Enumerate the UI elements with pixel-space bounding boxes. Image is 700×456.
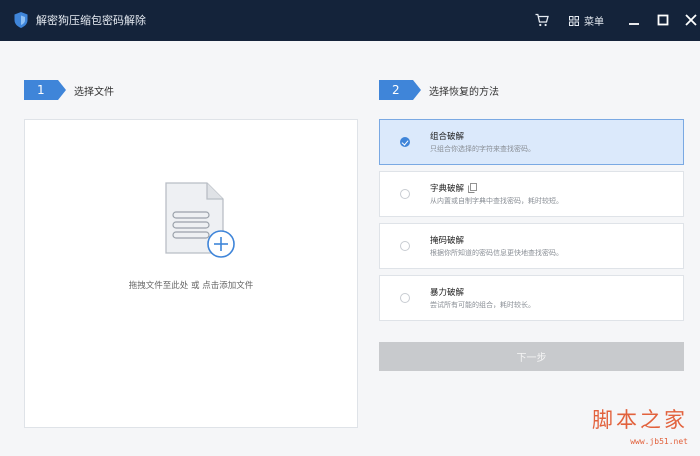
menu-label: 菜单 bbox=[584, 17, 604, 28]
step-2-label: 选择恢复的方法 bbox=[429, 86, 499, 98]
dictionary-file-icon[interactable] bbox=[468, 183, 477, 193]
method-name-row: 字典破解 bbox=[430, 182, 477, 194]
method-option-dictionary[interactable]: 字典破解 从内置或自制字典中查找密码，耗时较短。 bbox=[379, 171, 684, 217]
step-1-header: 1 选择文件 bbox=[24, 80, 114, 100]
method-description: 尝试所有可能的组合，耗时较长。 bbox=[430, 301, 535, 309]
menu-button[interactable]: 菜单 bbox=[569, 0, 604, 41]
method-option-combination[interactable]: 组合破解 只组合你选择的字符来查找密码。 bbox=[379, 119, 684, 165]
cart-icon[interactable] bbox=[535, 13, 549, 27]
method-option-mask[interactable]: 掩码破解 根据你所知道的密码信息更快地查找密码。 bbox=[379, 223, 684, 269]
method-name: 暴力破解 bbox=[430, 288, 465, 298]
method-name: 掩码破解 bbox=[430, 236, 465, 246]
method-option-brute-force[interactable]: 暴力破解 尝试所有可能的组合，耗时较长。 bbox=[379, 275, 684, 321]
file-drop-zone[interactable]: 拖拽文件至此处 或 点击添加文件 bbox=[24, 119, 358, 428]
grid-icon bbox=[569, 15, 579, 26]
watermark: 脚本之家 www.jb51.net bbox=[560, 404, 692, 452]
title-bar: 解密狗压缩包密码解除 菜单 bbox=[0, 0, 700, 41]
method-name: 字典破解 bbox=[430, 184, 465, 194]
add-file-icon[interactable] bbox=[163, 180, 237, 260]
watermark-brand: 脚本之家 bbox=[592, 408, 688, 432]
window-title: 解密狗压缩包密码解除 bbox=[36, 14, 146, 27]
radio-unchecked-icon[interactable] bbox=[400, 293, 410, 303]
method-description: 只组合你选择的字符来查找密码。 bbox=[430, 145, 535, 153]
radio-unchecked-icon[interactable] bbox=[400, 189, 410, 199]
maximize-icon[interactable] bbox=[656, 13, 670, 27]
shield-logo-icon bbox=[14, 12, 28, 28]
close-icon[interactable] bbox=[684, 13, 698, 27]
next-step-button[interactable]: 下一步 bbox=[379, 342, 684, 371]
radio-unchecked-icon[interactable] bbox=[400, 241, 410, 251]
step-1-label: 选择文件 bbox=[74, 86, 114, 98]
drop-hint-text: 拖拽文件至此处 或 点击添加文件 bbox=[128, 281, 254, 291]
method-description: 根据你所知道的密码信息更快地查找密码。 bbox=[430, 249, 563, 257]
step-1-badge: 1 bbox=[24, 80, 66, 100]
method-name: 组合破解 bbox=[430, 132, 465, 142]
step-2-badge: 2 bbox=[379, 80, 421, 100]
radio-checked-icon[interactable] bbox=[400, 137, 410, 147]
watermark-url: www.jb51.net bbox=[630, 437, 688, 446]
step-2-header: 2 选择恢复的方法 bbox=[379, 80, 499, 100]
minimize-icon[interactable] bbox=[627, 13, 641, 27]
method-description: 从内置或自制字典中查找密码，耗时较短。 bbox=[430, 197, 563, 205]
